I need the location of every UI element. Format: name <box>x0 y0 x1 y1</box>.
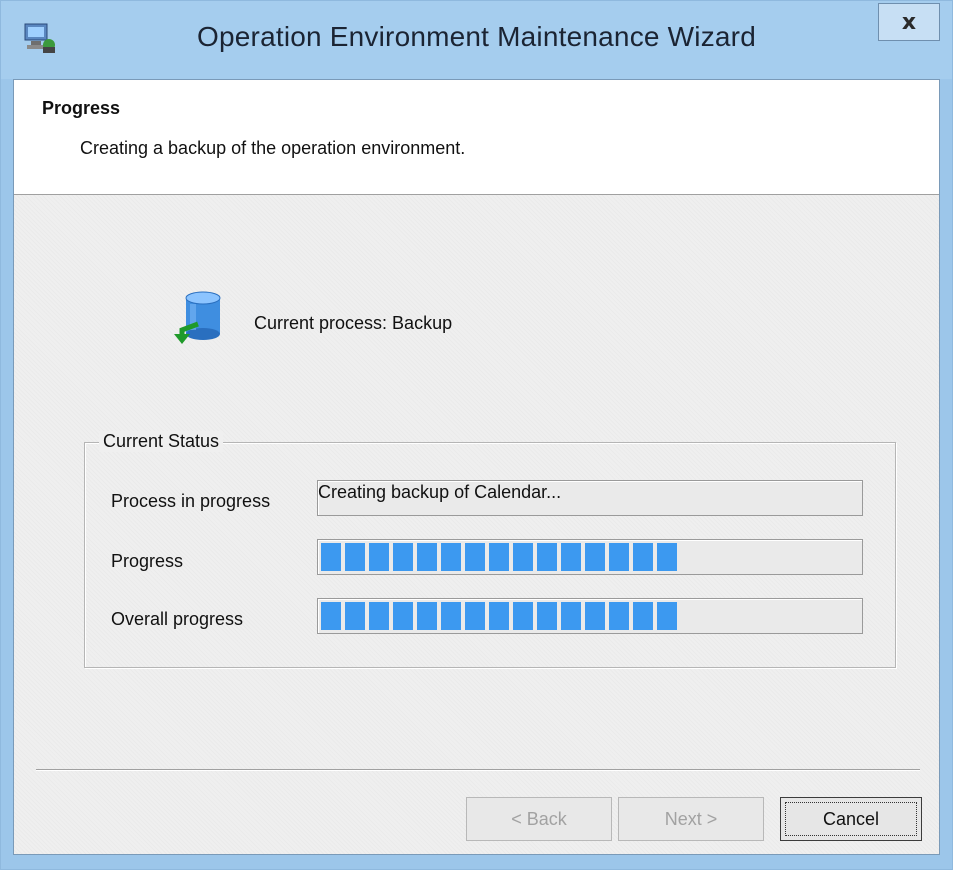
current-process-label: Current process: Backup <box>254 313 453 333</box>
progress-segment <box>561 543 581 571</box>
title-bar[interactable]: Operation Environment Maintenance Wizard… <box>1 1 952 79</box>
progress-segment <box>345 543 365 571</box>
progress-segment <box>633 543 653 571</box>
progress-label: Progress <box>111 551 184 571</box>
progress-segment <box>513 602 533 630</box>
overall-progress-bar <box>317 598 863 634</box>
process-in-progress-value: Creating backup of Calendar... <box>318 482 562 502</box>
page-title: Progress <box>42 98 121 118</box>
progress-segment <box>369 602 389 630</box>
progress-segment <box>585 602 605 630</box>
progress-segment <box>417 543 437 571</box>
progress-segment <box>609 602 629 630</box>
progress-segment <box>633 602 653 630</box>
progress-segment <box>657 602 677 630</box>
process-in-progress-label: Process in progress <box>111 491 271 511</box>
current-status-group: Current Status Process in progress Creat… <box>84 431 896 668</box>
page-description: Creating a backup of the operation envir… <box>80 138 466 158</box>
wizard-client-area: Progress Creating a backup of the operat… <box>13 79 940 855</box>
progress-bar-fill <box>321 543 677 571</box>
progress-segment <box>465 602 485 630</box>
wizard-header: Progress Creating a backup of the operat… <box>14 80 939 195</box>
progress-segment <box>441 543 461 571</box>
progress-segment <box>321 602 341 630</box>
close-button[interactable]: x <box>878 3 940 41</box>
close-icon: x <box>901 9 917 35</box>
progress-bar <box>317 539 863 575</box>
footer-divider <box>36 769 920 771</box>
progress-segment <box>513 543 533 571</box>
overall-progress-bar-fill <box>321 602 677 630</box>
progress-segment <box>465 543 485 571</box>
next-button[interactable]: Next > <box>618 797 764 841</box>
progress-segment <box>393 602 413 630</box>
back-button[interactable]: < Back <box>466 797 612 841</box>
progress-segment <box>537 543 557 571</box>
progress-segment <box>537 602 557 630</box>
process-in-progress-field: Creating backup of Calendar... <box>317 480 863 516</box>
progress-segment <box>393 543 413 571</box>
progress-segment <box>441 602 461 630</box>
back-button-label: < Back <box>511 808 567 829</box>
database-backup-icon <box>174 291 221 344</box>
wizard-window: Operation Environment Maintenance Wizard… <box>0 0 953 870</box>
focus-rect <box>785 802 917 836</box>
progress-segment <box>369 543 389 571</box>
progress-segment <box>417 602 437 630</box>
overall-progress-label: Overall progress <box>111 609 244 629</box>
progress-segment <box>345 602 365 630</box>
progress-segment <box>561 602 581 630</box>
progress-segment <box>657 543 677 571</box>
progress-segment <box>489 543 509 571</box>
progress-segment <box>585 543 605 571</box>
wizard-content: Current process: Backup Current Status P… <box>14 195 939 854</box>
window-title: Operation Environment Maintenance Wizard <box>197 21 756 52</box>
progress-segment <box>609 543 629 571</box>
progress-segment <box>489 602 509 630</box>
cancel-button[interactable]: Cancel <box>780 797 922 841</box>
progress-segment <box>321 543 341 571</box>
next-button-label: Next > <box>664 808 718 829</box>
group-title: Current Status <box>99 431 224 452</box>
